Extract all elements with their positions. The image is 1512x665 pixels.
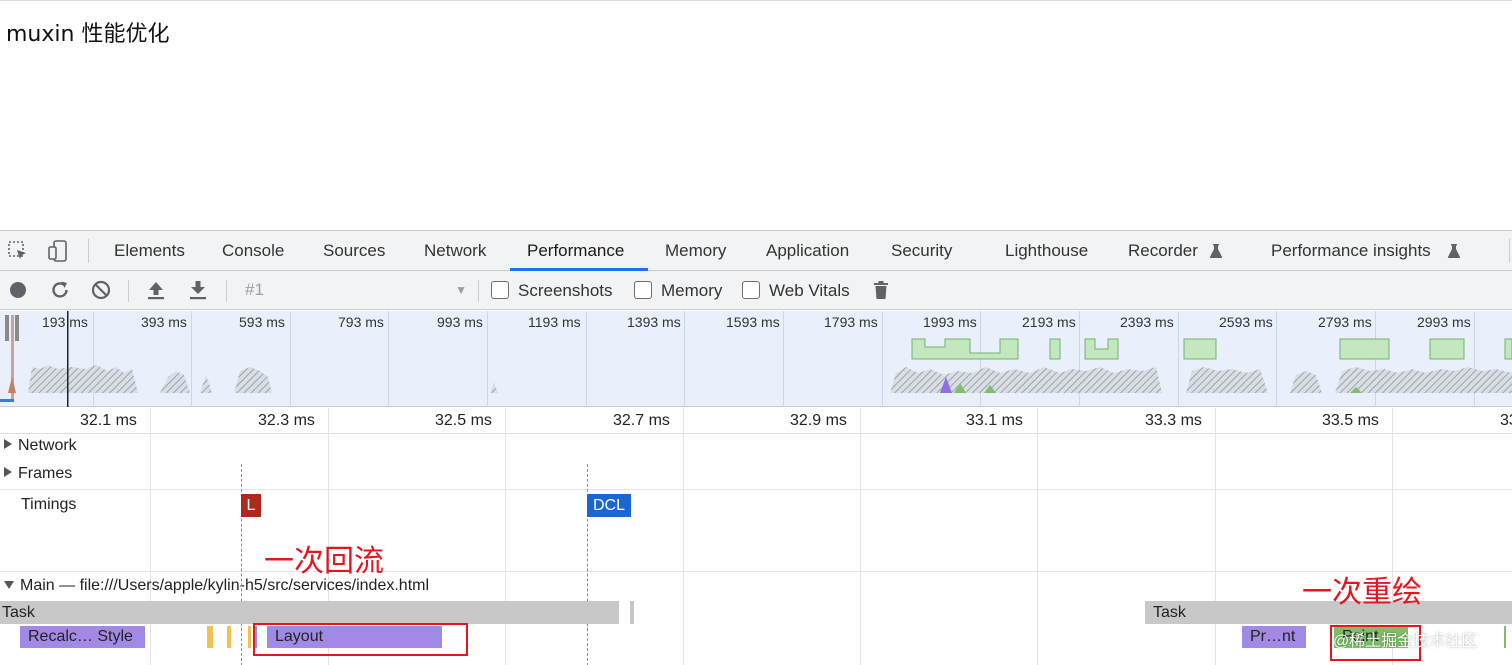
repaint-annotation: 一次重绘 bbox=[1302, 575, 1422, 610]
dcl-marker[interactable]: DCL bbox=[587, 494, 631, 517]
inspect-element-icon[interactable] bbox=[6, 239, 30, 263]
track-frames-label: Frames bbox=[18, 465, 73, 482]
tab-performance-insights[interactable]: Performance insights bbox=[1271, 231, 1431, 271]
screenshots-label: Screenshots bbox=[518, 281, 613, 300]
track-frames[interactable]: Frames bbox=[4, 465, 72, 483]
tabbar-edge bbox=[1509, 239, 1510, 263]
reflow-highlight-box bbox=[253, 623, 468, 656]
chevron-down-icon: ▼ bbox=[455, 283, 467, 297]
toolbar-separator bbox=[478, 280, 479, 302]
performance-toolbar: #1 ▼ Screenshots Memory Web Vitals bbox=[0, 271, 1512, 310]
devtools-panel: Elements Console Sources Network Perform… bbox=[0, 230, 1512, 665]
timeline-overview[interactable]: 193 ms 393 ms 593 ms 793 ms 993 ms 1193 … bbox=[0, 311, 1512, 407]
reflow-annotation: 一次回流 bbox=[264, 544, 384, 579]
experimental-flask-icon bbox=[1209, 244, 1223, 258]
load-marker[interactable]: L bbox=[241, 494, 261, 517]
track-divider bbox=[0, 571, 1512, 572]
web-vitals-label: Web Vitals bbox=[769, 281, 850, 300]
tab-performance[interactable]: Performance bbox=[527, 231, 624, 271]
script-event-sliver[interactable] bbox=[207, 626, 213, 648]
recalculate-style-event[interactable]: Recalc… Style bbox=[20, 626, 145, 648]
ruler-tick-label: 32.7 ms bbox=[613, 412, 670, 429]
ruler-tick-label: 33.3 ms bbox=[1145, 412, 1202, 429]
tab-sources[interactable]: Sources bbox=[323, 231, 385, 271]
script-event-sliver[interactable] bbox=[248, 626, 251, 648]
tab-console[interactable]: Console bbox=[222, 231, 284, 271]
tab-network[interactable]: Network bbox=[424, 231, 486, 271]
device-toolbar-icon[interactable] bbox=[46, 239, 70, 263]
watermark: @稀土掘金技术社区 bbox=[1333, 633, 1478, 650]
tab-recorder[interactable]: Recorder bbox=[1128, 231, 1198, 271]
ruler-tick-label: 33 bbox=[1500, 412, 1512, 429]
tab-security[interactable]: Security bbox=[891, 231, 952, 271]
paint-event-sliver[interactable] bbox=[1504, 626, 1506, 648]
clear-icon[interactable] bbox=[90, 279, 112, 301]
record-icon[interactable] bbox=[7, 279, 29, 301]
timeline-gridline bbox=[1037, 408, 1038, 665]
timeline-gridline bbox=[683, 408, 684, 665]
memory-checkbox[interactable] bbox=[634, 281, 652, 299]
ruler-tick-label: 32.5 ms bbox=[435, 412, 492, 429]
reload-record-icon[interactable] bbox=[49, 279, 71, 301]
ruler-tick-label: 33.5 ms bbox=[1322, 412, 1379, 429]
upload-profile-icon[interactable] bbox=[145, 279, 167, 301]
task-sliver[interactable] bbox=[630, 601, 634, 624]
tab-application[interactable]: Application bbox=[766, 231, 849, 271]
web-vitals-checkbox[interactable] bbox=[742, 281, 760, 299]
collapse-arrow-icon bbox=[4, 581, 14, 589]
timeline-gridline bbox=[150, 408, 151, 665]
screenshots-checkbox[interactable] bbox=[491, 281, 509, 299]
tab-memory[interactable]: Memory bbox=[665, 231, 726, 271]
profile-select[interactable]: #1 ▼ bbox=[245, 279, 467, 301]
experimental-flask-icon bbox=[1447, 244, 1461, 258]
ruler-tick-label: 32.3 ms bbox=[258, 412, 315, 429]
tab-lighthouse[interactable]: Lighthouse bbox=[1005, 231, 1088, 271]
track-network-label: Network bbox=[18, 437, 77, 454]
ruler-tick-label: 33.1 ms bbox=[966, 412, 1023, 429]
tab-elements[interactable]: Elements bbox=[114, 231, 185, 271]
timeline-gridline bbox=[1215, 408, 1216, 665]
timeline-gridline bbox=[860, 408, 861, 665]
track-timings[interactable]: Timings bbox=[21, 496, 76, 514]
expand-arrow-icon bbox=[4, 467, 12, 477]
page-top-border bbox=[0, 0, 1512, 1]
memory-label: Memory bbox=[661, 281, 723, 300]
overview-activity-graph bbox=[0, 311, 1512, 407]
toolbar-separator bbox=[128, 280, 129, 302]
script-event-sliver[interactable] bbox=[227, 626, 231, 648]
profile-select-value: #1 bbox=[245, 280, 264, 299]
timeline-ruler: 32.1 ms 32.3 ms 32.5 ms 32.7 ms 32.9 ms … bbox=[0, 408, 1512, 434]
download-profile-icon[interactable] bbox=[187, 279, 209, 301]
ruler-tick-label: 32.9 ms bbox=[790, 412, 847, 429]
page-heading: muxin 性能优化 bbox=[6, 22, 170, 47]
ruler-tick-label: 32.1 ms bbox=[80, 412, 137, 429]
toolbar-separator bbox=[226, 280, 227, 302]
track-divider bbox=[0, 489, 1512, 490]
track-network[interactable]: Network bbox=[4, 437, 77, 455]
expand-arrow-icon bbox=[4, 439, 12, 449]
tabbar-separator bbox=[88, 239, 89, 263]
task-event[interactable]: Task bbox=[0, 601, 619, 624]
trash-icon[interactable] bbox=[870, 279, 892, 301]
pre-paint-event[interactable]: Pr…nt bbox=[1242, 626, 1306, 648]
devtools-tab-bar: Elements Console Sources Network Perform… bbox=[0, 231, 1512, 271]
timeline-gridline bbox=[505, 408, 506, 665]
